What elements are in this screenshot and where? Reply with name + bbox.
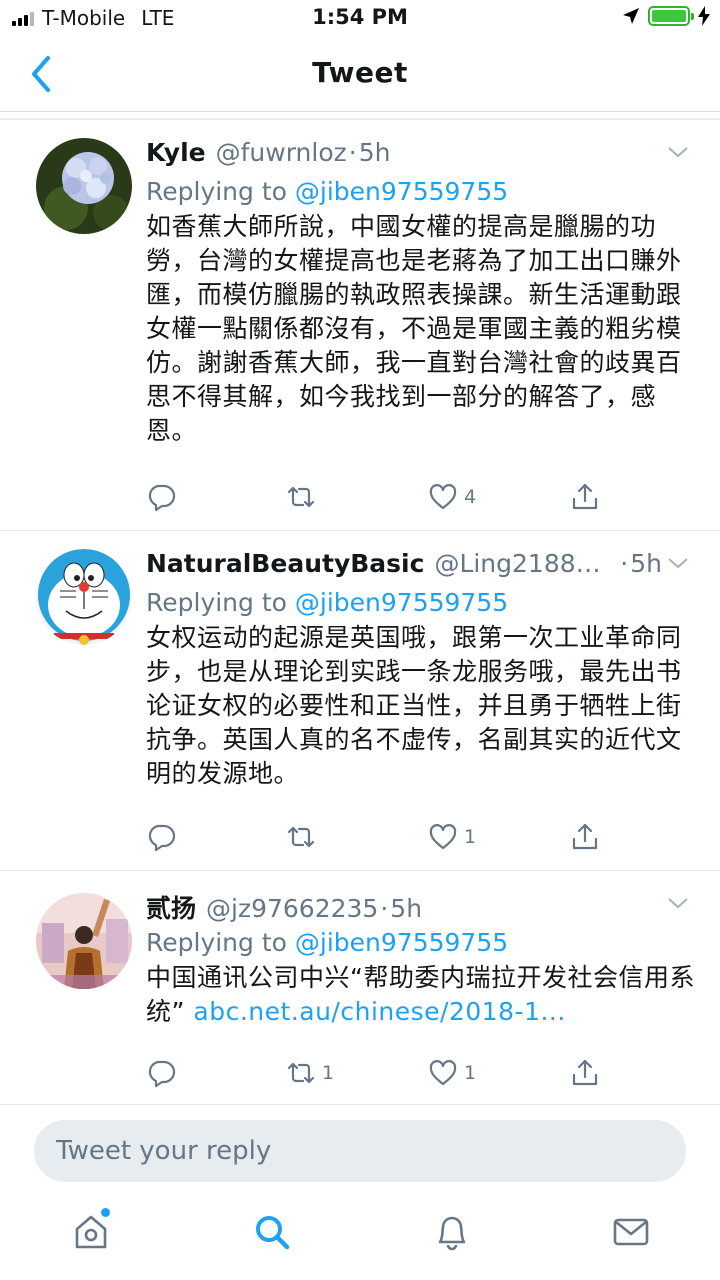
tweet-text: 女权运动的起源是英国哦，跟第一次工业革命同步，也是从理论到实践一条龙服务哦，最先…	[146, 623, 682, 788]
reply-button[interactable]	[146, 482, 176, 512]
timestamp: 5h	[358, 138, 391, 167]
chevron-down-icon[interactable]	[666, 144, 690, 160]
tweet[interactable]: 贰扬 @jz97662235 · 5h Replying to @jiben97…	[0, 871, 720, 1105]
status-time: 1:54 PM	[312, 5, 408, 29]
tweet-body: Kyle @fuwrnloz · 5h Replying to @jiben97…	[146, 138, 702, 448]
like-button[interactable]: 1	[428, 1058, 476, 1088]
notification-dot	[101, 1208, 110, 1217]
messages-icon[interactable]	[611, 1212, 651, 1252]
display-name[interactable]: 贰扬	[146, 889, 196, 925]
doraemon-image	[36, 549, 132, 645]
share-icon	[572, 483, 598, 510]
tweet[interactable]: Kyle @fuwrnloz · 5h Replying to @jiben97…	[0, 120, 720, 531]
search-icon[interactable]	[252, 1212, 292, 1252]
reply-icon	[148, 1060, 176, 1088]
retweet-button[interactable]	[286, 822, 322, 852]
username[interactable]: @jz97662235	[206, 894, 378, 923]
tweet-body: 贰扬 @jz97662235 · 5h Replying to @jiben97…	[146, 889, 702, 1029]
mention-link[interactable]: @jiben97559755	[295, 177, 508, 206]
like-button[interactable]: 1	[428, 822, 476, 852]
replying-label: Replying to	[146, 177, 287, 206]
location-arrow-icon	[623, 8, 639, 24]
heart-icon	[429, 484, 457, 510]
share-icon	[572, 823, 598, 850]
share-button[interactable]	[570, 1058, 600, 1088]
like-button[interactable]: 4	[428, 482, 476, 512]
timestamp: 5h	[390, 894, 423, 923]
tweet-header: 贰扬 @jz97662235 · 5h	[146, 889, 702, 923]
notifications-icon[interactable]	[432, 1212, 472, 1252]
username[interactable]: @Ling21880...	[434, 549, 604, 578]
separator-dot: ·	[348, 138, 357, 167]
replying-to: Replying to @jiben97559755	[146, 177, 702, 206]
retweet-icon	[287, 1062, 315, 1084]
status-right	[622, 6, 710, 26]
tweet-link[interactable]: abc.net.au/chinese/2018-1...	[193, 997, 565, 1026]
share-button[interactable]	[570, 482, 600, 512]
tweet-text: 如香蕉大師所說，中國女權的提高是臘腸的功勞，台灣的女權提高也是老蔣為了加工出口賺…	[146, 212, 682, 445]
tweet-actions: 4	[146, 482, 606, 516]
person-waving-image	[36, 893, 132, 989]
separator-dot: ·	[620, 549, 629, 578]
tweet-header: NaturalBeautyBasic @Ling21880... · 5h	[146, 549, 702, 581]
tweet-text: 中国通讯公司中兴“帮助委内瑞拉开发社会信用系统” abc.net.au/chin…	[146, 961, 702, 1029]
retweet-button[interactable]	[286, 482, 322, 512]
tweet-header: Kyle @fuwrnloz · 5h	[146, 138, 702, 170]
separator-dot: ·	[380, 894, 389, 923]
share-icon	[572, 1059, 598, 1086]
heart-icon	[429, 1060, 457, 1086]
tweet[interactable]: NaturalBeautyBasic @Ling21880... · 5h Re…	[0, 531, 720, 871]
reply-icon	[148, 824, 176, 852]
like-count: 4	[464, 486, 477, 508]
retweet-button[interactable]: 1	[286, 1058, 334, 1088]
battery-icon	[648, 6, 694, 26]
like-count: 1	[464, 826, 477, 848]
like-count: 1	[464, 1062, 477, 1084]
tweet-body: NaturalBeautyBasic @Ling21880... · 5h Re…	[146, 549, 702, 791]
replying-label: Replying to	[146, 588, 287, 617]
tweet-actions: 1 1	[146, 1058, 606, 1092]
hydrangea-image	[36, 138, 132, 234]
reply-input[interactable]: Tweet your reply	[34, 1120, 686, 1182]
avatar[interactable]	[36, 138, 132, 234]
reply-button[interactable]	[146, 1058, 176, 1088]
replying-label: Replying to	[146, 928, 287, 957]
retweet-icon	[287, 826, 315, 848]
tab-bar	[0, 1196, 720, 1280]
display-name[interactable]: NaturalBeautyBasic	[146, 549, 424, 578]
status-bar: T-Mobile LTE 1:54 PM	[0, 0, 720, 36]
avatar[interactable]	[36, 893, 132, 989]
share-button[interactable]	[570, 822, 600, 852]
display-name[interactable]: Kyle	[146, 138, 206, 167]
timestamp: 5h	[630, 549, 662, 578]
replying-to: Replying to @jiben97559755	[146, 928, 702, 957]
chevron-down-icon[interactable]	[666, 555, 690, 571]
tweet-actions: 1	[146, 822, 606, 856]
home-icon[interactable]	[71, 1212, 111, 1252]
charging-bolt-icon	[698, 6, 710, 26]
mention-link[interactable]: @jiben97559755	[295, 928, 508, 957]
chevron-down-icon[interactable]	[666, 895, 690, 911]
retweet-count: 1	[322, 1062, 335, 1084]
reply-icon	[148, 484, 176, 512]
reply-button[interactable]	[146, 822, 176, 852]
username[interactable]: @fuwrnloz	[216, 138, 347, 167]
nav-bar: Tweet	[0, 38, 720, 112]
avatar[interactable]	[36, 549, 132, 645]
page-title: Tweet	[312, 56, 408, 89]
mention-link[interactable]: @jiben97559755	[295, 588, 508, 617]
replying-to: Replying to @jiben97559755	[146, 588, 702, 617]
retweet-icon	[287, 486, 315, 508]
heart-icon	[429, 824, 457, 850]
